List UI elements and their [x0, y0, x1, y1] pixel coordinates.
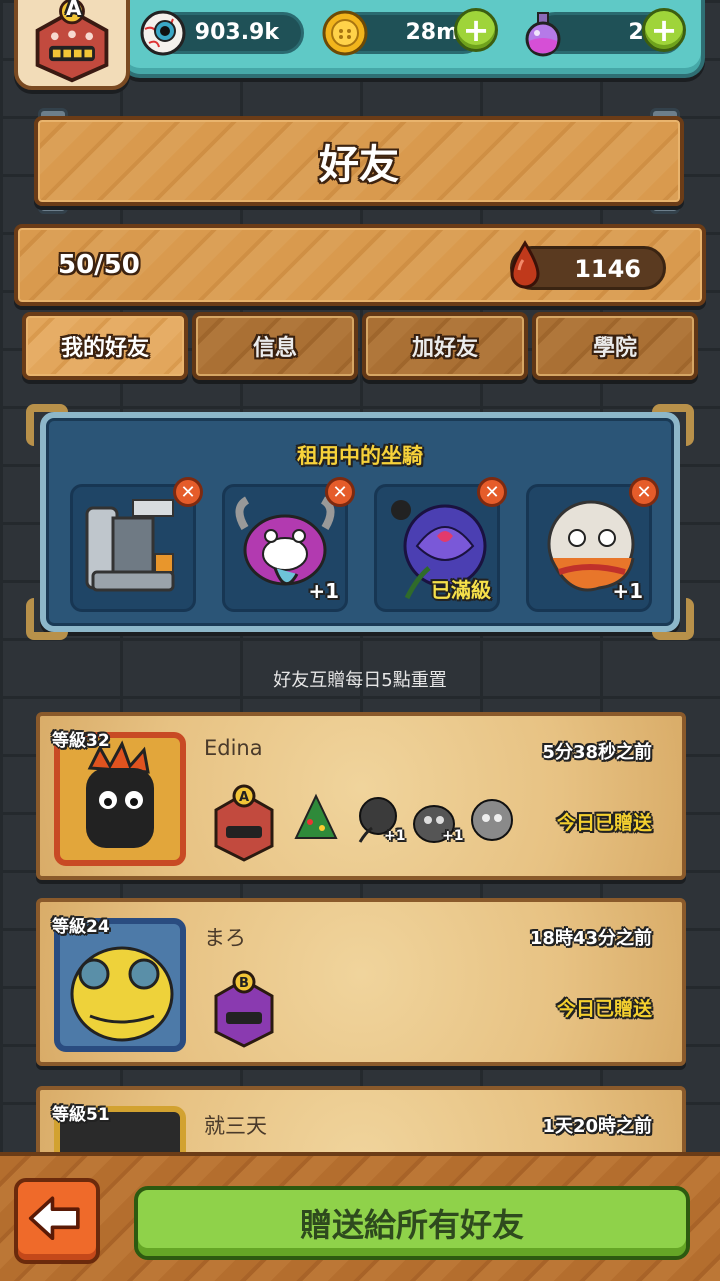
friend-card[interactable]: 等級24 まろ 18時43分之前 B 今日已贈送 — [36, 898, 686, 1066]
friend-name: Edina — [204, 736, 263, 760]
friend-level: 等級32 — [52, 731, 110, 751]
mount-tag: 已滿級 — [431, 578, 491, 602]
last-active-time: 5分38秒之前 — [542, 742, 652, 763]
tab-label: 加好友 — [411, 336, 478, 361]
page-title: 好友 — [319, 142, 399, 188]
remove-mount-button[interactable]: ✕ — [173, 477, 203, 507]
mount-slot[interactable]: +1 ✕ — [222, 477, 355, 612]
gift-sent-status: 今日已贈送 — [556, 812, 652, 834]
last-active-time: 18時43分之前 — [529, 928, 652, 949]
friend-card[interactable]: 等級32 Edina 5分38秒之前 A +1 +1 今日已贈送 — [36, 712, 686, 880]
mount-slot[interactable]: 已滿級 ✕ — [374, 477, 507, 612]
friends-summary-plank: 50/50 1146 — [14, 224, 706, 306]
remove-mount-button[interactable]: ✕ — [629, 477, 659, 507]
resource-bar: 903.9k 28m + 20 + — [120, 0, 705, 78]
tab-academy[interactable]: 學院 — [532, 312, 698, 380]
friend-level: 等級51 — [52, 1105, 110, 1125]
machine-mount-icon — [85, 499, 175, 592]
tab-label: 學院 — [592, 336, 637, 361]
rank-a-badge-icon: A — [214, 784, 274, 862]
player-rank-badge[interactable]: A — [14, 0, 130, 90]
panel-corner — [652, 404, 694, 446]
tab-messages[interactable]: 信息 — [192, 312, 358, 380]
gray-lion-mount-icon — [471, 799, 513, 841]
panel-corner — [652, 598, 694, 640]
eyeball-resource: 903.9k — [140, 10, 304, 56]
back-button[interactable] — [14, 1178, 100, 1264]
svg-text:A: A — [239, 790, 249, 805]
title-plank: 好友 — [34, 116, 684, 206]
daily-reset-note: 好友互贈每日5點重置 — [273, 670, 447, 691]
tab-label: 我的好友 — [60, 336, 149, 361]
potion-icon — [525, 12, 561, 57]
add-potions-button[interactable]: + — [642, 8, 686, 52]
friend-level: 等級24 — [52, 917, 110, 937]
remove-mount-button[interactable]: ✕ — [325, 477, 355, 507]
rented-mounts-panel: 租用中的坐騎 ✕ +1 ✕ 已滿級 ✕ +1 ✕ — [40, 412, 680, 632]
tab-add-friend[interactable]: 加好友 — [362, 312, 528, 380]
svg-text:B: B — [239, 976, 249, 991]
rank-b-badge-icon: B — [214, 970, 274, 1048]
coin-value: 28m — [405, 20, 459, 45]
gift-all-label: 贈送給所有好友 — [299, 1206, 524, 1244]
friend-count: 50/50 — [58, 250, 140, 280]
mount-tag: +1 — [308, 579, 339, 603]
remove-mount-button[interactable]: ✕ — [477, 477, 507, 507]
coin-icon — [322, 10, 368, 56]
arrow-left-icon — [28, 1196, 80, 1241]
mount-slot[interactable]: ✕ — [70, 477, 203, 612]
panel-corner — [26, 598, 68, 640]
tab-my-friends[interactable]: 我的好友 — [22, 312, 188, 380]
friend-avatar[interactable] — [54, 918, 186, 1052]
friend-name: まろ — [204, 926, 246, 950]
add-coins-button[interactable]: + — [454, 8, 498, 52]
friend-avatar[interactable] — [54, 732, 186, 866]
gift-all-friends-button[interactable]: 贈送給所有好友 — [134, 1186, 690, 1260]
rented-mounts-title: 租用中的坐騎 — [297, 444, 423, 468]
panel-corner — [26, 404, 68, 446]
tab-label: 信息 — [252, 336, 297, 361]
mount-slot[interactable]: +1 ✕ — [526, 477, 659, 612]
mount-tag: +1 — [384, 828, 406, 844]
eyeball-icon — [140, 10, 186, 56]
blood-drop-icon — [510, 240, 540, 289]
friend-name: 就三天 — [204, 1114, 267, 1138]
eyeball-value: 903.9k — [194, 20, 279, 45]
gem-value: 1146 — [574, 255, 641, 283]
xmas-tree-mount-icon — [294, 793, 338, 839]
gift-sent-status: 今日已贈送 — [556, 998, 652, 1020]
black-blob-avatar-icon — [86, 740, 154, 848]
yellow-creature-avatar-icon — [70, 946, 174, 1042]
mount-tag: +1 — [612, 579, 643, 603]
last-active-time: 1天20時之前 — [542, 1116, 652, 1137]
rank-letter: A — [66, 0, 82, 20]
mount-tag: +1 — [442, 828, 464, 844]
